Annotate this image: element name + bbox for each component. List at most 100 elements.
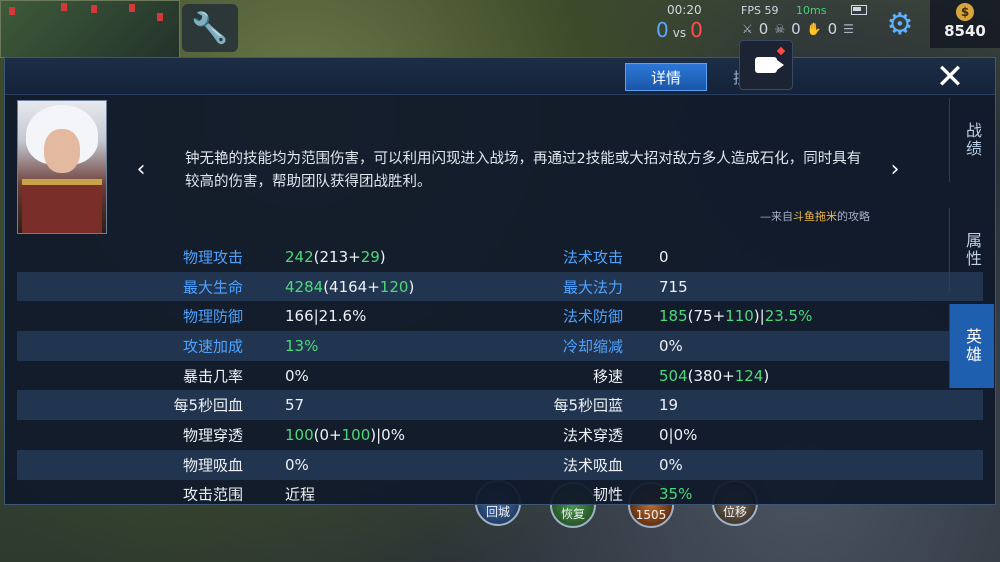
stat-value-part: )|0% <box>370 425 405 444</box>
stat-value-part: (380+ <box>687 366 735 385</box>
close-button[interactable]: ✕ <box>925 57 975 97</box>
tower-marker <box>61 3 67 11</box>
stat-value-part: 0% <box>659 336 683 355</box>
tower-marker <box>9 7 15 15</box>
stat-value-part: )| <box>753 307 765 326</box>
source-author: 斗鱼拖米 <box>793 210 837 223</box>
stat-value: 0% <box>659 337 683 355</box>
hero-face <box>44 129 80 173</box>
stat-label: 暴击几率 <box>182 367 243 386</box>
gold-bag-icon: $ <box>956 3 974 21</box>
stat-value: 0% <box>285 456 309 474</box>
blue-score: 0 <box>656 18 669 42</box>
stat-value-part: 124 <box>734 366 764 385</box>
stat-value: 504(380+124) <box>659 367 769 385</box>
stat-label: 最大生命 <box>182 278 243 297</box>
vs-label: vs <box>672 26 687 40</box>
stat-value-part: 120 <box>379 277 409 296</box>
stat-value-part: (213+ <box>313 247 361 266</box>
stat-value-part: 0 <box>659 247 669 266</box>
attribute-table: 物理攻击 242(213+29) 法术攻击 0 最大生命 4284(4164+120) 最大… <box>17 242 983 509</box>
stat-row: 暴击几率 0% 移速 504(380+124) <box>17 361 983 391</box>
hero-armor <box>22 179 102 233</box>
side-tab-record[interactable]: 战绩 <box>949 98 994 182</box>
stat-label: 最大法力 <box>562 278 623 297</box>
stat-value: 19 <box>659 396 678 414</box>
source-suffix: 的攻略 <box>837 210 870 223</box>
stat-value-part: 23.5% <box>764 307 813 326</box>
hero-info-panel: 详情 技能 ✕ ‹ 钟无艳的技能均为范围伤害，可以利用闪现进入战场，再通过2技能… <box>4 40 996 505</box>
stat-row: 物理攻击 242(213+29) 法术攻击 0 <box>17 242 983 272</box>
minimap[interactable] <box>0 0 180 58</box>
stat-label: 冷却缩减 <box>562 337 623 356</box>
kda-readout: ⚔ 0 ☠ 0 ✋ 0 ☰ <box>742 20 854 38</box>
stat-value: 0 <box>659 248 669 266</box>
stat-value-part: 504 <box>659 366 688 385</box>
fps-readout: FPS 59 <box>741 4 779 17</box>
gold-display[interactable]: $ 8540 <box>930 0 1000 48</box>
stat-row: 攻击范围 近程 韧性 35% <box>17 480 983 510</box>
stat-value-part: ) <box>408 277 415 296</box>
wrench-icon[interactable]: 🔧 <box>182 4 238 52</box>
stat-label: 攻速加成 <box>182 337 243 356</box>
stat-value-part: 0|0% <box>659 425 698 444</box>
stat-value-part: 100 <box>285 425 314 444</box>
stat-value: 0% <box>285 367 309 385</box>
tab-details[interactable]: 详情 <box>625 63 707 91</box>
stat-value-part: 35% <box>659 485 693 504</box>
stat-row: 物理吸血 0% 法术吸血 0% <box>17 449 983 480</box>
next-arrow-icon[interactable]: › <box>885 154 905 184</box>
stat-label: 韧性 <box>592 485 623 504</box>
stat-value-part: (75+ <box>687 307 726 326</box>
stat-value: 0|0% <box>659 426 697 444</box>
match-timer: 00:20 <box>667 3 702 17</box>
stat-value: 13% <box>285 337 318 355</box>
video-camera-icon <box>755 57 777 73</box>
stat-label: 移速 <box>592 367 623 386</box>
stat-label: 物理吸血 <box>182 456 243 475</box>
panel-header: 详情 技能 ✕ <box>5 57 995 97</box>
tower-marker <box>91 5 97 13</box>
stat-value-part: 57 <box>285 396 305 415</box>
stat-value: 57 <box>285 396 304 414</box>
stat-value-part: 0% <box>285 455 309 474</box>
tower-marker <box>157 13 163 21</box>
side-tab-hero[interactable]: 英雄 <box>949 304 994 388</box>
stat-value-part: ) <box>379 247 386 266</box>
stat-value-part: 29 <box>360 247 380 266</box>
gear-icon[interactable]: ⚙ <box>880 4 920 44</box>
stat-row: 最大生命 4284(4164+120) 最大法力 715 <box>17 271 983 302</box>
stat-value-part: 0% <box>285 366 309 385</box>
stat-label: 每5秒回蓝 <box>553 396 623 415</box>
skull-icon: ☠ <box>774 22 786 36</box>
deaths-count: 0 <box>791 20 801 38</box>
stat-value-part: 110 <box>725 307 754 326</box>
stat-value: 715 <box>659 278 688 296</box>
stat-label: 法术穿透 <box>562 426 623 445</box>
prev-arrow-icon[interactable]: ‹ <box>131 154 151 184</box>
list-icon[interactable]: ☰ <box>843 22 854 36</box>
battery-icon <box>851 5 867 15</box>
hero-portrait <box>17 100 107 234</box>
stat-value-part: 19 <box>659 396 679 415</box>
stat-label: 法术吸血 <box>562 456 623 475</box>
stat-value-part: 166|21.6% <box>285 307 367 326</box>
sword-icon: ⚔ <box>742 22 753 36</box>
stat-value-part: 185 <box>659 307 688 326</box>
record-video-button[interactable] <box>739 40 793 90</box>
stat-label: 攻击范围 <box>182 485 243 504</box>
gold-amount: 8540 <box>944 22 986 40</box>
ping-readout: 10ms <box>796 4 827 17</box>
assists-count: 0 <box>827 20 838 38</box>
stat-row: 物理穿透 100(0+100)|0% 法术穿透 0|0% <box>17 420 983 450</box>
stat-label: 法术防御 <box>562 307 623 326</box>
side-tab-attributes[interactable]: 属性 <box>949 208 994 292</box>
stat-value-part: 715 <box>659 277 688 296</box>
stat-value: 166|21.6% <box>285 307 366 325</box>
stat-value-part: (0+ <box>313 425 342 444</box>
stat-label: 每5秒回血 <box>173 396 243 415</box>
stat-value: 100(0+100)|0% <box>285 426 405 444</box>
stat-label: 物理攻击 <box>182 248 243 267</box>
strategy-source: —来自斗鱼拖米的攻略 <box>615 208 870 224</box>
stat-value: 35% <box>659 485 692 503</box>
